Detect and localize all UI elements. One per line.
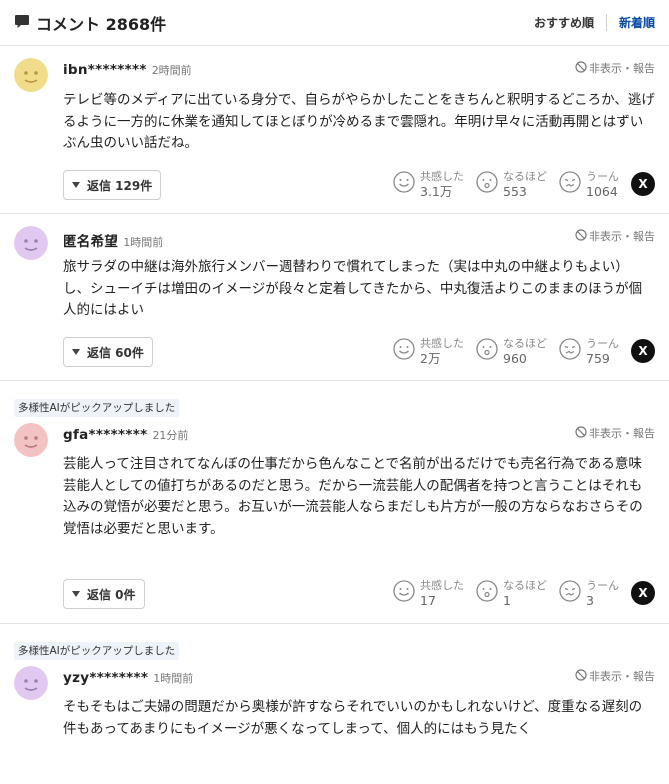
comment-item: 匿名希望 1時間前 非表示・報告 旅サラダの中継は海外旅行メンバー週替わりで慣れ… <box>0 214 669 381</box>
comment-time: 1時間前 <box>153 672 194 685</box>
empathy-count: 17 <box>420 593 436 608</box>
indeed-label: なるほど <box>503 337 547 350</box>
hide-icon <box>575 228 587 244</box>
hmm-count: 1064 <box>586 184 618 199</box>
empathy-label: 共感した <box>420 337 464 350</box>
hide-report-button[interactable]: 非表示・報告 <box>575 228 655 244</box>
sort-recommended-button[interactable]: おすすめ順 <box>534 14 607 31</box>
hide-report-button[interactable]: 非表示・報告 <box>575 425 655 441</box>
comment-meta: yzy******** 1時間前 <box>63 670 193 686</box>
comment-body: テレビ等のメディアに出ている身分で、自らがやらかしたことをきちんと釈明するどころ… <box>63 92 655 151</box>
reply-count-label: 返信 60件 <box>87 345 144 360</box>
hmm-button[interactable]: うーん 3 <box>559 578 619 608</box>
x-share-icon[interactable]: X <box>631 339 655 363</box>
comments-title-group: コメント 2868件 <box>14 11 166 35</box>
hmm-label: うーん <box>586 579 619 592</box>
comment-item: ibn******** 2時間前 非表示・報告 テレビ等のメディアに出ている身分… <box>0 46 669 214</box>
hide-report-label: 非表示・報告 <box>589 427 655 440</box>
hide-report-label: 非表示・報告 <box>589 62 655 75</box>
comment-item: 多様性AIがピックアップしました yzy******** 1時間前 非表示・報告… <box>0 624 669 784</box>
hide-report-label: 非表示・報告 <box>589 230 655 243</box>
x-share-icon[interactable]: X <box>631 172 655 196</box>
chevron-down-icon <box>72 182 80 188</box>
hmm-count: 3 <box>586 593 594 608</box>
comment-body: 芸能人って注目されてなんぼの仕事だから色んなことで名前が出るだけでも売名行為であ… <box>63 456 643 537</box>
reaction-bar: 共感した 2万 なるほど 960 うーん 759 X <box>393 336 655 366</box>
surprised-face-icon <box>476 580 498 606</box>
comment-body: 旅サラダの中継は海外旅行メンバー週替わりで慣れてしまった（実は中丸の中継よりもよ… <box>63 259 643 318</box>
sort-options: おすすめ順 新着順 <box>534 14 655 31</box>
comment-time: 21分前 <box>152 429 189 442</box>
comment-meta: gfa******** 21分前 <box>63 427 188 443</box>
avatar <box>14 666 48 700</box>
comment-icon <box>14 13 30 33</box>
hide-icon <box>575 425 587 441</box>
reply-count-label: 返信 129件 <box>87 178 153 193</box>
indeed-label: なるほど <box>503 170 547 183</box>
empathy-label: 共感した <box>420 170 464 183</box>
smile-face-icon <box>393 580 415 606</box>
reaction-bar: 共感した 3.1万 なるほど 553 うーん 1064 X <box>393 169 655 199</box>
reply-count-label: 返信 0件 <box>87 587 136 602</box>
reply-toggle-button[interactable]: 返信 129件 <box>63 170 162 200</box>
hide-icon <box>575 60 587 76</box>
comment-body: そもそもはご夫婦の問題だから奥様が許すならそれでいいのかもしれないけど、度重なる… <box>63 699 643 737</box>
reaction-bar: 共感した 17 なるほど 1 うーん 3 X <box>393 578 655 608</box>
comment-username[interactable]: gfa******** <box>63 427 147 443</box>
comments-header: コメント 2868件 おすすめ順 新着順 <box>0 0 669 46</box>
empathy-button[interactable]: 共感した 2万 <box>393 336 464 366</box>
empathy-button[interactable]: 共感した 3.1万 <box>393 169 464 199</box>
surprised-face-icon <box>476 338 498 364</box>
hide-report-label: 非表示・報告 <box>589 670 655 683</box>
avatar <box>14 226 48 260</box>
indeed-button[interactable]: なるほど 1 <box>476 578 547 608</box>
empathy-label: 共感した <box>420 579 464 592</box>
indeed-button[interactable]: なるほど 960 <box>476 336 547 366</box>
avatar <box>14 58 48 92</box>
indeed-label: なるほど <box>503 579 547 592</box>
ai-pick-badge: 多様性AIがピックアップしました <box>14 642 180 660</box>
chevron-down-icon <box>72 349 80 355</box>
surprised-face-icon <box>476 171 498 197</box>
confused-face-icon <box>559 338 581 364</box>
chevron-down-icon <box>72 591 80 597</box>
ai-pick-badge: 多様性AIがピックアップしました <box>14 399 180 417</box>
hide-report-button[interactable]: 非表示・報告 <box>575 60 655 76</box>
indeed-count: 1 <box>503 593 511 608</box>
hmm-label: うーん <box>586 337 619 350</box>
smile-face-icon <box>393 338 415 364</box>
indeed-button[interactable]: なるほど 553 <box>476 169 547 199</box>
reply-toggle-button[interactable]: 返信 0件 <box>63 579 145 609</box>
hide-report-button[interactable]: 非表示・報告 <box>575 668 655 684</box>
indeed-count: 553 <box>503 184 527 199</box>
smile-face-icon <box>393 171 415 197</box>
confused-face-icon <box>559 171 581 197</box>
confused-face-icon <box>559 580 581 606</box>
comment-time: 2時間前 <box>151 64 192 77</box>
comments-title: コメント 2868件 <box>36 14 167 34</box>
sort-newest-button[interactable]: 新着順 <box>607 14 655 31</box>
comment-time: 1時間前 <box>123 236 164 249</box>
empathy-button[interactable]: 共感した 17 <box>393 578 464 608</box>
avatar <box>14 423 48 457</box>
comment-meta: ibn******** 2時間前 <box>63 62 192 78</box>
comment-item: 多様性AIがピックアップしました gfa******** 21分前 非表示・報告… <box>0 381 669 624</box>
comment-meta: 匿名希望 1時間前 <box>63 230 163 250</box>
reply-toggle-button[interactable]: 返信 60件 <box>63 337 153 367</box>
x-share-icon[interactable]: X <box>631 581 655 605</box>
hmm-button[interactable]: うーん 759 <box>559 336 619 366</box>
hmm-button[interactable]: うーん 1064 <box>559 169 619 199</box>
indeed-count: 960 <box>503 351 527 366</box>
hmm-label: うーん <box>586 170 619 183</box>
empathy-count: 2万 <box>420 351 441 366</box>
comment-username[interactable]: 匿名希望 <box>63 230 118 250</box>
comment-username[interactable]: ibn******** <box>63 62 147 78</box>
comment-username[interactable]: yzy******** <box>63 670 148 686</box>
hide-icon <box>575 668 587 684</box>
hmm-count: 759 <box>586 351 610 366</box>
empathy-count: 3.1万 <box>420 184 453 199</box>
